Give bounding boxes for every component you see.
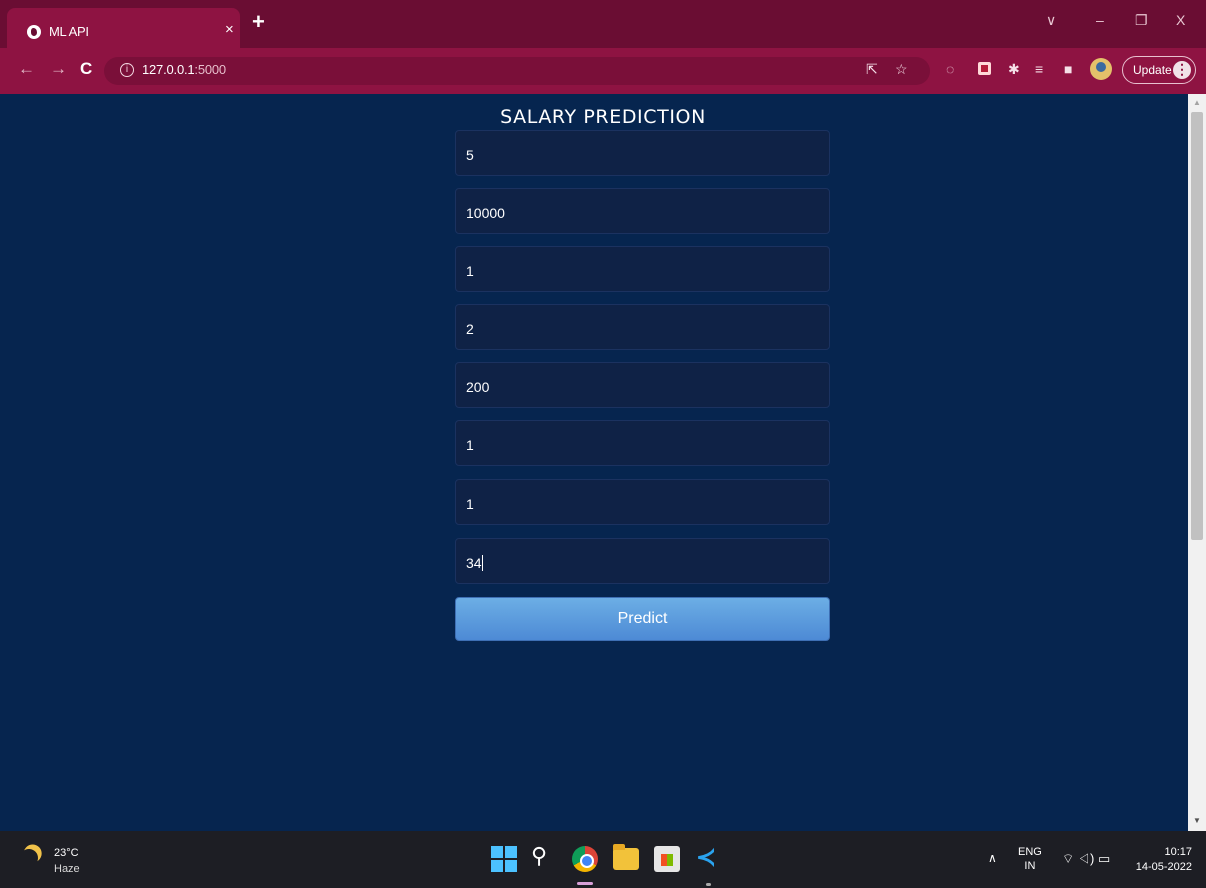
forward-arrow-icon[interactable]: →: [50, 59, 67, 79]
input-field-3[interactable]: 1: [455, 246, 830, 292]
minimize-button[interactable]: –: [1096, 12, 1104, 28]
update-label: Update: [1133, 63, 1172, 77]
share-icon[interactable]: ⇱: [866, 61, 878, 78]
page-title: SALARY PREDICTION: [500, 106, 706, 128]
restore-button[interactable]: ❐: [1135, 12, 1148, 29]
input-field-4[interactable]: 2: [455, 304, 830, 350]
language-indicator[interactable]: ENG IN: [1018, 845, 1042, 873]
browser-toolbar: ← → C i 127.0.0.1:5000 ⇱ ☆ ◌ ✱ ≡ ■ Updat…: [0, 48, 1206, 94]
vscode-icon[interactable]: ≺: [696, 843, 722, 871]
scrollbar-thumb[interactable]: [1191, 112, 1203, 540]
time: 10:17: [1164, 846, 1192, 858]
input-field-8-value: 34: [466, 555, 482, 571]
tab-close-button[interactable]: ×: [225, 21, 234, 38]
profile-avatar[interactable]: [1090, 58, 1112, 80]
scroll-up-icon[interactable]: ▲: [1193, 98, 1201, 107]
scrollbar[interactable]: ▲ ▼: [1188, 94, 1206, 831]
language-code: ENG: [1018, 846, 1042, 858]
new-tab-button[interactable]: +: [252, 9, 265, 35]
globe-icon: [27, 25, 41, 39]
moon-icon[interactable]: [17, 846, 40, 869]
chevron-up-icon[interactable]: ∧: [988, 851, 997, 865]
address-bar[interactable]: [104, 57, 930, 85]
extension-icon[interactable]: [978, 62, 991, 75]
url-text[interactable]: 127.0.0.1:5000: [142, 62, 226, 77]
shield-extension-icon[interactable]: ◌: [946, 61, 954, 77]
wifi-volume-battery-icon[interactable]: ⌔ ◁) ▭: [1062, 851, 1110, 867]
input-field-7[interactable]: 1: [455, 479, 830, 525]
windows-start-icon[interactable]: [491, 846, 517, 872]
side-panel-icon[interactable]: ■: [1064, 61, 1072, 77]
chrome-icon[interactable]: [572, 846, 598, 872]
input-field-8[interactable]: 34: [455, 538, 830, 584]
running-app-indicator: [706, 883, 711, 886]
windows-taskbar: 23°C Haze ⚲ ≺ ∧ ENG IN ⌔ ◁) ▭ 10:17 14-0…: [0, 831, 1206, 888]
puzzle-icon[interactable]: ✱: [1008, 61, 1020, 78]
update-button[interactable]: Update ⋮: [1122, 56, 1196, 84]
input-field-5[interactable]: 200: [455, 362, 830, 408]
page-content: SALARY PREDICTION 5 10000 1 2 200 1 1 34…: [0, 94, 1188, 831]
search-icon[interactable]: ⚲: [531, 843, 557, 869]
input-field-6[interactable]: 1: [455, 420, 830, 466]
scroll-down-icon[interactable]: ▼: [1193, 816, 1201, 825]
star-icon[interactable]: ☆: [895, 61, 908, 78]
weather-condition[interactable]: Haze: [54, 863, 80, 875]
browser-tab[interactable]: ML API ×: [7, 8, 240, 48]
text-cursor: [481, 555, 483, 571]
tab-search-button[interactable]: ∨: [1046, 12, 1056, 29]
region-code: IN: [1024, 860, 1036, 872]
reading-list-icon[interactable]: ≡: [1035, 61, 1043, 77]
tab-title: ML API: [49, 24, 89, 39]
input-field-1[interactable]: 5: [455, 130, 830, 176]
predict-button[interactable]: Predict: [455, 597, 830, 641]
input-field-2[interactable]: 10000: [455, 188, 830, 234]
close-window-button[interactable]: X: [1176, 12, 1185, 28]
active-app-indicator: [577, 882, 593, 885]
menu-dots-icon[interactable]: ⋮: [1173, 61, 1191, 79]
info-icon[interactable]: i: [120, 63, 134, 77]
file-explorer-icon[interactable]: [613, 844, 639, 870]
reload-icon[interactable]: C: [80, 59, 92, 79]
browser-title-bar: ML API × + ∨ – ❐ X: [0, 0, 1206, 48]
date: 14-05-2022: [1135, 861, 1192, 873]
store-icon[interactable]: [654, 846, 680, 872]
clock[interactable]: 10:17 14-05-2022: [1128, 845, 1192, 875]
back-arrow-icon[interactable]: ←: [18, 59, 35, 79]
temperature[interactable]: 23°C: [54, 847, 79, 859]
